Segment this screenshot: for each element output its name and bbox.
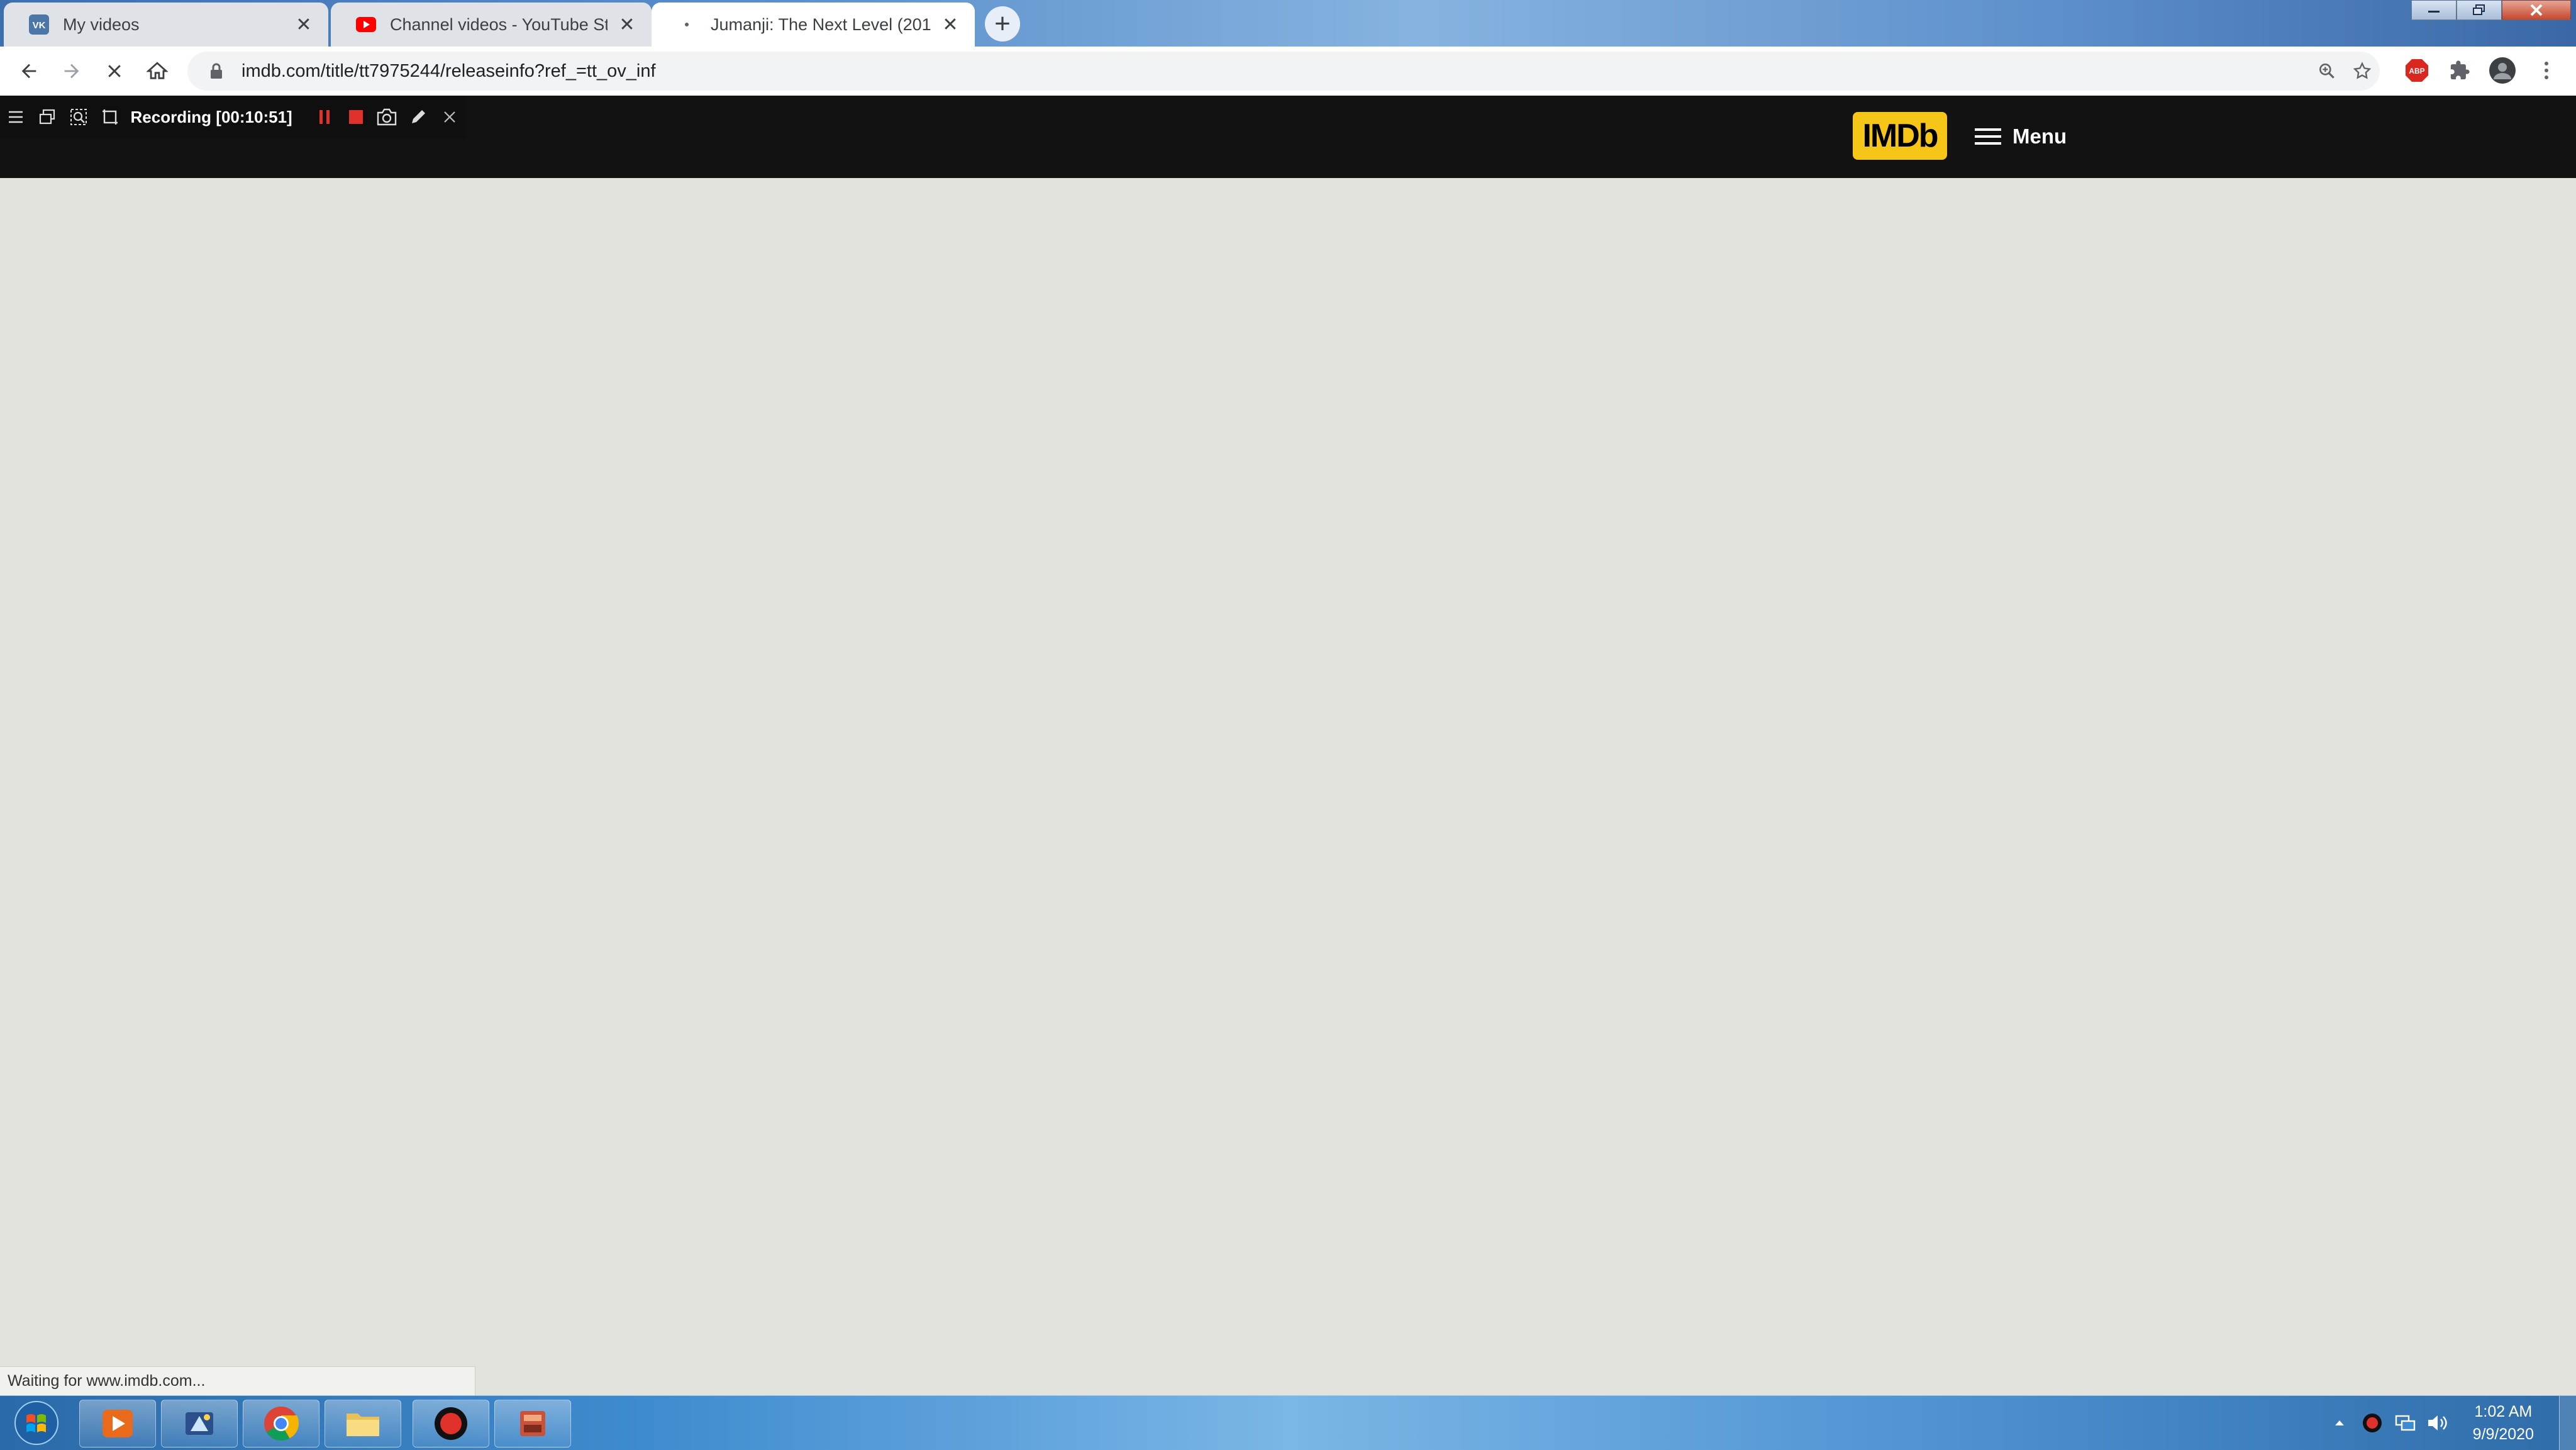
recorder-window-icon[interactable] [31,99,63,135]
start-button[interactable] [6,1398,67,1447]
recorder-zoom-icon[interactable] [63,99,94,135]
archive-icon [520,1411,545,1436]
extensions-puzzle-icon[interactable] [2445,56,2474,85]
profile-avatar-icon[interactable] [2488,56,2517,85]
camera-icon[interactable] [371,99,402,135]
tab-close-icon[interactable]: ✕ [293,14,314,35]
tab-close-icon[interactable]: ✕ [616,14,638,35]
youtube-icon [356,14,376,35]
system-tray: 1:02 AM 9/9/2020 [2323,1396,2576,1450]
tray-record-icon[interactable] [2356,1407,2389,1439]
media-player-icon [103,1410,133,1437]
new-tab-button[interactable]: + [985,6,1020,42]
browser-status-bar: Waiting for www.imdb.com... [0,1366,475,1395]
close-icon [108,65,121,77]
chrome-icon [264,1407,299,1441]
taskbar-media-player[interactable] [79,1400,156,1447]
tab-title: Jumanji: The Next Level (2019) - IMDb [711,14,931,34]
taskbar-archive-app[interactable] [494,1400,571,1447]
forward-button[interactable] [53,52,91,90]
status-text: Waiting for www.imdb.com... [8,1372,206,1390]
folder-icon [347,1414,379,1436]
app-launcher-icon [186,1412,213,1435]
home-button[interactable] [138,52,176,90]
menu-label: Menu [2012,125,2067,148]
show-desktop-button[interactable] [2559,1396,2576,1450]
taskbar-chrome[interactable] [243,1400,319,1447]
tab-imdb-jumanji[interactable]: Jumanji: The Next Level (2019) - IMDb ✕ [652,3,975,47]
page-content-area [0,178,2576,1395]
pencil-icon[interactable] [402,99,434,135]
taskbar-clock[interactable]: 1:02 AM 9/9/2020 [2473,1400,2534,1446]
imdb-logo[interactable]: IMDb [1853,112,1947,160]
address-bar[interactable]: imdb.com/title/tt7975244/releaseinfo?ref… [187,52,2380,91]
forward-arrow-icon [64,64,79,79]
taskbar-screen-recorder[interactable] [413,1400,489,1447]
volume-icon[interactable] [2421,1407,2454,1439]
record-icon [435,1407,467,1440]
adblock-plus-icon[interactable]: ABP [2402,56,2431,85]
pause-icon[interactable] [309,99,340,135]
svg-text:VK: VK [33,20,46,31]
taskbar-app-launcher[interactable] [161,1400,238,1447]
home-icon [147,62,168,79]
minimize-button[interactable] [2411,0,2457,20]
bookmark-star-icon[interactable] [2345,61,2380,81]
tab-close-icon[interactable]: ✕ [940,14,961,35]
vk-icon: VK [29,14,49,35]
tab-title: My videos [63,14,140,34]
windows-taskbar: 1:02 AM 9/9/2020 [0,1395,2576,1450]
browser-menu-icon[interactable] [2532,56,2561,85]
show-hidden-icons-icon[interactable] [2323,1407,2356,1439]
stop-loading-button[interactable] [96,52,133,90]
clock-time: 1:02 AM [2474,1403,2533,1420]
tab-title: Channel videos - YouTube Studio [390,14,608,34]
clock-date: 9/9/2020 [2472,1425,2534,1443]
window-controls [2411,0,2571,21]
back-button[interactable] [10,52,48,90]
windows-logo-icon [14,1401,58,1445]
taskbar-file-explorer[interactable] [325,1400,401,1447]
zoom-icon[interactable] [2309,61,2345,81]
loading-icon [677,14,697,35]
lock-icon[interactable] [204,63,229,79]
back-arrow-icon [21,64,36,79]
restore-button[interactable] [2457,0,2502,20]
tab-youtube-studio[interactable]: Channel videos - YouTube Studio ✕ [331,3,652,47]
recording-status: Recording [00:10:51] [130,107,292,126]
network-icon[interactable] [2389,1407,2421,1439]
hamburger-menu-icon [1975,128,2001,145]
browser-tab-strip: VK My videos ✕ Channel videos - YouTube … [0,0,2576,47]
imdb-menu-button[interactable]: Menu [1975,121,2067,152]
recorder-close-icon[interactable] [434,99,465,135]
screen-recorder-toolbar: Recording [00:10:51] [0,96,465,138]
browser-toolbar: imdb.com/title/tt7975244/releaseinfo?ref… [0,47,2576,96]
recorder-menu-icon[interactable] [0,99,31,135]
stop-recording-icon[interactable] [340,99,372,135]
window-close-button[interactable] [2502,0,2571,20]
url-text[interactable]: imdb.com/title/tt7975244/releaseinfo?ref… [242,61,2309,82]
recorder-region-icon[interactable] [94,99,126,135]
svg-text:ABP: ABP [2409,67,2424,75]
tab-my-videos[interactable]: VK My videos ✕ [4,3,328,47]
